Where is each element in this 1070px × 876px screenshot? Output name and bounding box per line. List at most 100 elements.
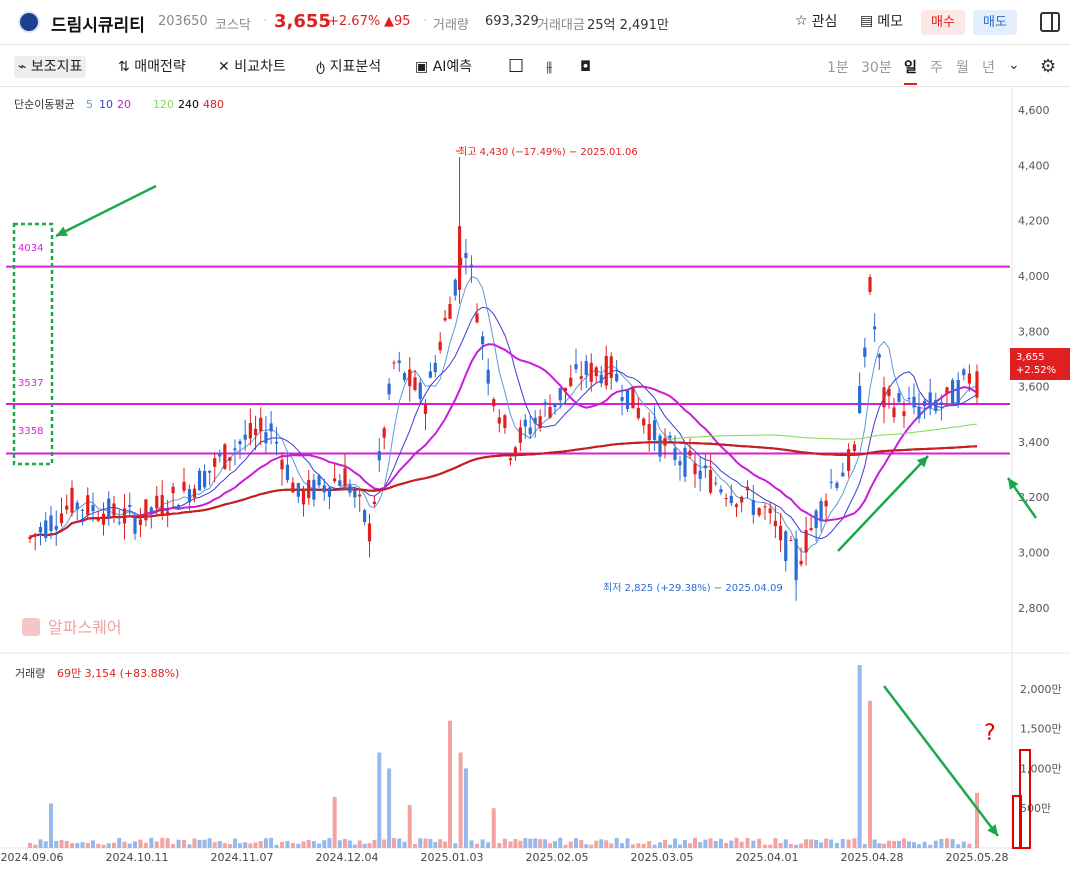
- volume-bar: [418, 838, 423, 848]
- camera-icon[interactable]: ◘: [580, 56, 591, 78]
- candle-body: [594, 367, 598, 377]
- volume-bar: [343, 838, 347, 848]
- timeframe-month[interactable]: 월: [956, 57, 969, 77]
- timeframe-week[interactable]: 주: [930, 57, 943, 77]
- memo-button[interactable]: ▤ 메모: [860, 11, 903, 31]
- volume-bar: [594, 840, 599, 848]
- candle-body: [923, 400, 927, 406]
- volume-bar: [647, 841, 652, 848]
- volume-bar: [112, 842, 116, 848]
- candle-body: [301, 489, 306, 505]
- timeframe-more-chevron-icon[interactable]: ⌄: [1008, 57, 1020, 73]
- watermark: 알파스퀘어: [48, 618, 122, 637]
- ma-5-line: [29, 275, 978, 554]
- candle-body: [847, 449, 851, 471]
- settings-gear-icon[interactable]: ⚙: [1040, 56, 1056, 77]
- date-tick-label: 2024.10.11: [106, 851, 169, 864]
- ai-forecast-label: AI예측: [432, 59, 473, 75]
- volume-bar: [253, 842, 258, 848]
- volume-bar: [739, 841, 744, 848]
- candle-body: [248, 423, 252, 439]
- candle-body: [625, 389, 630, 409]
- indicator-label: 보조지표: [30, 59, 83, 75]
- candle-body: [658, 435, 662, 457]
- candle-body: [138, 519, 143, 525]
- timeframe-1min[interactable]: 1분: [827, 57, 849, 77]
- stock-name[interactable]: 드림시큐리티: [51, 11, 145, 36]
- volume-bar: [708, 838, 713, 848]
- volume-bar: [945, 838, 949, 848]
- candle-body: [367, 523, 372, 542]
- timeframe-year[interactable]: 년: [982, 57, 995, 77]
- candle-body: [934, 400, 938, 412]
- candle-body: [773, 520, 777, 527]
- candle-body: [819, 501, 823, 522]
- price-chart[interactable]: 2,8003,0003,2003,4003,6003,8004,0004,200…: [0, 88, 1070, 876]
- volume-bar: [296, 843, 301, 848]
- analysis-label: 지표분석: [329, 59, 382, 75]
- volume-bar: [553, 841, 557, 848]
- volume-bar: [956, 844, 961, 848]
- date-tick-label: 2025.04.01: [736, 851, 799, 864]
- candle-body: [708, 470, 713, 493]
- current-price: 3,655: [274, 11, 331, 32]
- volume-bar: [143, 842, 148, 848]
- candle-body: [668, 435, 672, 438]
- volume-bar: [101, 844, 106, 848]
- candle-body: [133, 517, 137, 534]
- ma-120-label: 120: [153, 98, 174, 111]
- candle-body: [734, 504, 739, 508]
- watch-button[interactable]: ☆ 관심: [795, 11, 837, 31]
- candle-body: [338, 480, 342, 486]
- volume-bar: [192, 838, 197, 848]
- candle-body: [703, 465, 707, 469]
- candle-body: [363, 510, 367, 522]
- volume-bar: [243, 842, 248, 848]
- candle-body: [757, 508, 761, 516]
- volume-bar: [734, 837, 739, 848]
- candle-body: [636, 407, 640, 419]
- volume-bar: [757, 838, 762, 848]
- candle-body: [763, 506, 767, 508]
- volume-bar: [678, 844, 682, 848]
- volume-bar: [939, 838, 944, 848]
- volume-bar: [967, 843, 972, 848]
- volume-bar: [652, 844, 657, 848]
- green-arrow-support: [837, 455, 929, 552]
- candle-body: [274, 441, 279, 444]
- side-panel-icon[interactable]: [1040, 12, 1060, 32]
- strategy-button[interactable]: ⇅ 매매전략: [118, 56, 186, 78]
- ai-forecast-button[interactable]: ▣ AI예측: [415, 56, 472, 78]
- volume-bar: [227, 844, 232, 848]
- candle-body: [569, 377, 573, 386]
- timeframe-day[interactable]: 일: [904, 57, 917, 85]
- volume-bar: [117, 837, 122, 848]
- volume-bar: [497, 842, 502, 848]
- candle-body: [372, 501, 376, 504]
- price-tick-label: 3,800: [1018, 325, 1050, 338]
- candle-body: [171, 486, 175, 494]
- candle-body: [533, 417, 537, 424]
- volume-bar: [176, 839, 181, 848]
- square-tool-icon[interactable]: ☐: [508, 56, 524, 78]
- volume-bar: [382, 839, 387, 848]
- volume-bar: [80, 842, 85, 848]
- candle-body: [683, 447, 687, 477]
- indicator-button[interactable]: ⌁ 보조지표: [14, 56, 87, 78]
- buy-button[interactable]: 매수: [921, 10, 965, 35]
- compare-button[interactable]: ✕ 비교차트: [218, 56, 286, 78]
- volume-bar: [64, 840, 69, 848]
- volume-bar: [917, 844, 921, 848]
- volume-tick-label: 500만: [1020, 802, 1051, 815]
- volume-bar: [327, 838, 332, 848]
- volume-bar: [222, 843, 227, 848]
- candle-type-icon[interactable]: ⫵: [546, 56, 552, 78]
- volume-bar: [673, 838, 677, 848]
- candle-body: [852, 444, 857, 451]
- sell-button[interactable]: 매도: [973, 10, 1017, 35]
- candle-body: [44, 520, 48, 539]
- timeframe-30min[interactable]: 30분: [861, 57, 892, 77]
- volume-bar: [508, 841, 513, 848]
- analysis-button[interactable]: ტ 지표분석: [316, 56, 381, 78]
- candle-body: [563, 387, 568, 392]
